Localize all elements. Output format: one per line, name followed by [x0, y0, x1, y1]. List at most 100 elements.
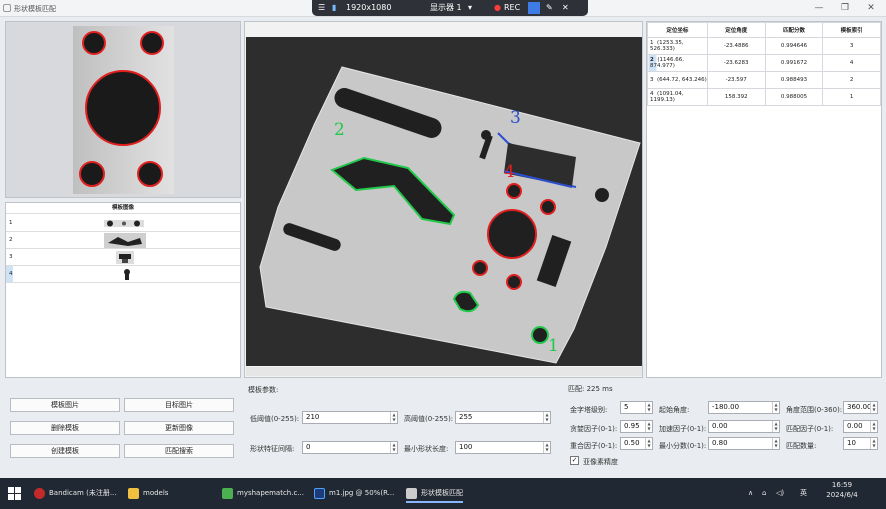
low-threshold-label: 低阈值(0-255):	[250, 415, 300, 423]
bandicam-icon	[34, 487, 45, 499]
col-score: 匹配分数	[764, 22, 824, 38]
speed-label: 加速因子(0-1):	[659, 425, 707, 433]
network-icon[interactable]: ⌂	[762, 483, 766, 503]
pyramid-label: 金字塔级别:	[570, 406, 608, 414]
target-image-button[interactable]: 目标图片	[124, 398, 234, 412]
maximize-button[interactable]: ❐	[836, 2, 854, 14]
subpixel-checkbox[interactable]: ✓	[570, 456, 579, 465]
overlay-label-2: 2	[334, 120, 345, 140]
window-title: 形状模板匹配	[14, 5, 56, 13]
table-row[interactable]: 2 (1146.66, 874.977) -23.6283 0.991672 4	[647, 54, 881, 72]
match-result-table: 定位坐标 定位角度 匹配分数 模板索引 1 (1253.35, 526.333)…	[647, 22, 881, 106]
angle-range-label: 角度范围(0-360):	[786, 406, 843, 414]
recorder-close-icon[interactable]: ✕	[562, 3, 569, 13]
tray-chevron-icon[interactable]: ∧	[748, 483, 753, 503]
match-factor-label: 匹配因子(0-1):	[786, 425, 834, 433]
pyramid-input[interactable]: 5 ▲ ▼	[620, 401, 653, 414]
template-row[interactable]: 4	[6, 266, 240, 283]
template-thumbnail	[124, 269, 130, 280]
table-row[interactable]: 1 (1253.35, 526.333) -23.4886 0.994646 3	[647, 37, 881, 55]
volume-icon[interactable]: ◁)	[776, 483, 784, 503]
start-angle-input[interactable]: -180.00 ▲ ▼	[708, 401, 780, 414]
overlap-input[interactable]: 0.50 ▲ ▼	[620, 437, 653, 450]
ime-indicator[interactable]: 英	[800, 483, 807, 503]
match-factor-input[interactable]: 0.00 ▲ ▼	[843, 420, 878, 433]
minimize-button[interactable]: —	[810, 2, 828, 14]
record-icon[interactable]: ●	[494, 3, 501, 13]
horizontal-scrollbar[interactable]	[246, 367, 642, 376]
editor-icon	[222, 487, 233, 499]
template-list-panel: 模板图像 1 2 3 4	[5, 202, 241, 378]
feature-interval-stepper[interactable]: ▲ ▼	[390, 442, 397, 453]
table-row[interactable]: 3 (644.72, 643.246) -23.597 0.988493 2	[647, 71, 881, 89]
template-params-title: 模板参数:	[248, 386, 279, 394]
min-length-label: 最小形状长度:	[404, 445, 449, 453]
template-thumbnail	[104, 220, 144, 227]
folder-icon	[128, 487, 139, 499]
rec-label: REC	[504, 3, 521, 12]
feature-interval-label: 形状特征间隔:	[250, 445, 295, 453]
taskbar-shape-match[interactable]: 形状模板匹配	[406, 483, 463, 503]
col-index: 模板索引	[822, 22, 881, 38]
feature-interval-input[interactable]: 0 ▲ ▼	[302, 441, 398, 454]
clock[interactable]: 16:59 2024/6/4	[826, 480, 858, 500]
app-icon	[3, 4, 11, 12]
overlay-label-4: 4	[504, 162, 515, 182]
overlap-label: 重合因子(0-1):	[570, 442, 618, 450]
taskbar-models[interactable]: models	[128, 483, 168, 503]
table-row[interactable]: 4 (1091.04, 1199.13) 158.392 0.988005 1	[647, 88, 881, 106]
pause-icon[interactable]	[528, 2, 540, 14]
target-image[interactable]: 2 3 4 1	[246, 37, 642, 366]
low-threshold-stepper[interactable]: ▲ ▼	[390, 412, 397, 423]
greed-label: 贪婪因子(0-1):	[570, 425, 618, 433]
min-length-input[interactable]: 100 ▲ ▼	[455, 441, 551, 454]
high-threshold-stepper[interactable]: ▲ ▼	[543, 412, 550, 423]
match-count-input[interactable]: 10 ▲ ▼	[843, 437, 878, 450]
template-thumbnail	[104, 233, 146, 248]
create-template-button[interactable]: 创建模板	[10, 444, 120, 458]
min-score-label: 最小分数(0-1):	[659, 442, 707, 450]
windows-start-icon[interactable]	[8, 487, 21, 500]
match-search-button[interactable]: 匹配搜索	[124, 444, 234, 458]
taskbar-bandicam[interactable]: Bandicam (未注册...	[34, 483, 117, 503]
min-score-input[interactable]: 0.80 ▲ ▼	[708, 437, 780, 450]
dropdown-icon[interactable]: ▾	[468, 3, 472, 13]
subpixel-label: 亚像素精度	[583, 458, 618, 466]
overlay-label-3: 3	[510, 108, 521, 128]
template-image-button[interactable]: 模板图片	[10, 398, 120, 412]
menu-icon[interactable]: ☰	[318, 3, 325, 13]
pen-icon[interactable]: ✎	[546, 3, 553, 13]
speed-input[interactable]: 0.00 ▲ ▼	[708, 420, 780, 433]
start-angle-label: 起始角度:	[659, 406, 690, 414]
app-icon	[406, 487, 417, 499]
taskbar-myshapematch[interactable]: myshapematch.c...	[222, 483, 304, 503]
match-result-panel: 定位坐标 定位角度 匹配分数 模板索引 1 (1253.35, 526.333)…	[646, 21, 882, 378]
high-threshold-input[interactable]: 255 ▲ ▼	[455, 411, 551, 424]
match-count-label: 匹配数量:	[786, 442, 817, 450]
photoshop-icon	[314, 487, 325, 499]
template-thumbnail	[116, 251, 134, 264]
low-threshold-input[interactable]: 210 ▲ ▼	[302, 411, 398, 424]
template-row[interactable]: 2	[6, 232, 240, 249]
update-image-button[interactable]: 更新图像	[124, 421, 234, 435]
close-button[interactable]: ✕	[862, 2, 880, 14]
col-angle: 定位角度	[706, 22, 766, 38]
high-threshold-label: 高阈值(0-255):	[404, 415, 454, 423]
template-list-header: 模板图像	[6, 203, 240, 214]
min-length-stepper[interactable]: ▲ ▼	[543, 442, 550, 453]
greed-input[interactable]: 0.95 ▲ ▼	[620, 420, 653, 433]
match-time-label: 匹配: 225 ms	[568, 385, 613, 393]
angle-range-input[interactable]: 360.00 ▲ ▼	[843, 401, 878, 414]
col-position: 定位坐标	[647, 22, 708, 38]
template-row[interactable]: 3	[6, 249, 240, 266]
delete-template-button[interactable]: 删除模板	[10, 421, 120, 435]
template-preview-panel	[5, 21, 241, 198]
template-preview-image	[73, 26, 174, 194]
main-image-panel: 2 3 4 1	[244, 21, 643, 378]
taskbar: Bandicam (未注册... models myshapematch.c..…	[0, 478, 886, 509]
mic-icon[interactable]: ▮	[332, 3, 336, 13]
template-row[interactable]: 1	[6, 215, 240, 232]
taskbar-photoshop[interactable]: m1.jpg @ 50%(R...	[314, 483, 394, 503]
resolution-label: 1920x1080	[346, 3, 392, 12]
recorder-toolbar: ☰ ▮ 1920x1080 显示器 1 ▾ ● REC ✎ ✕	[312, 0, 588, 16]
